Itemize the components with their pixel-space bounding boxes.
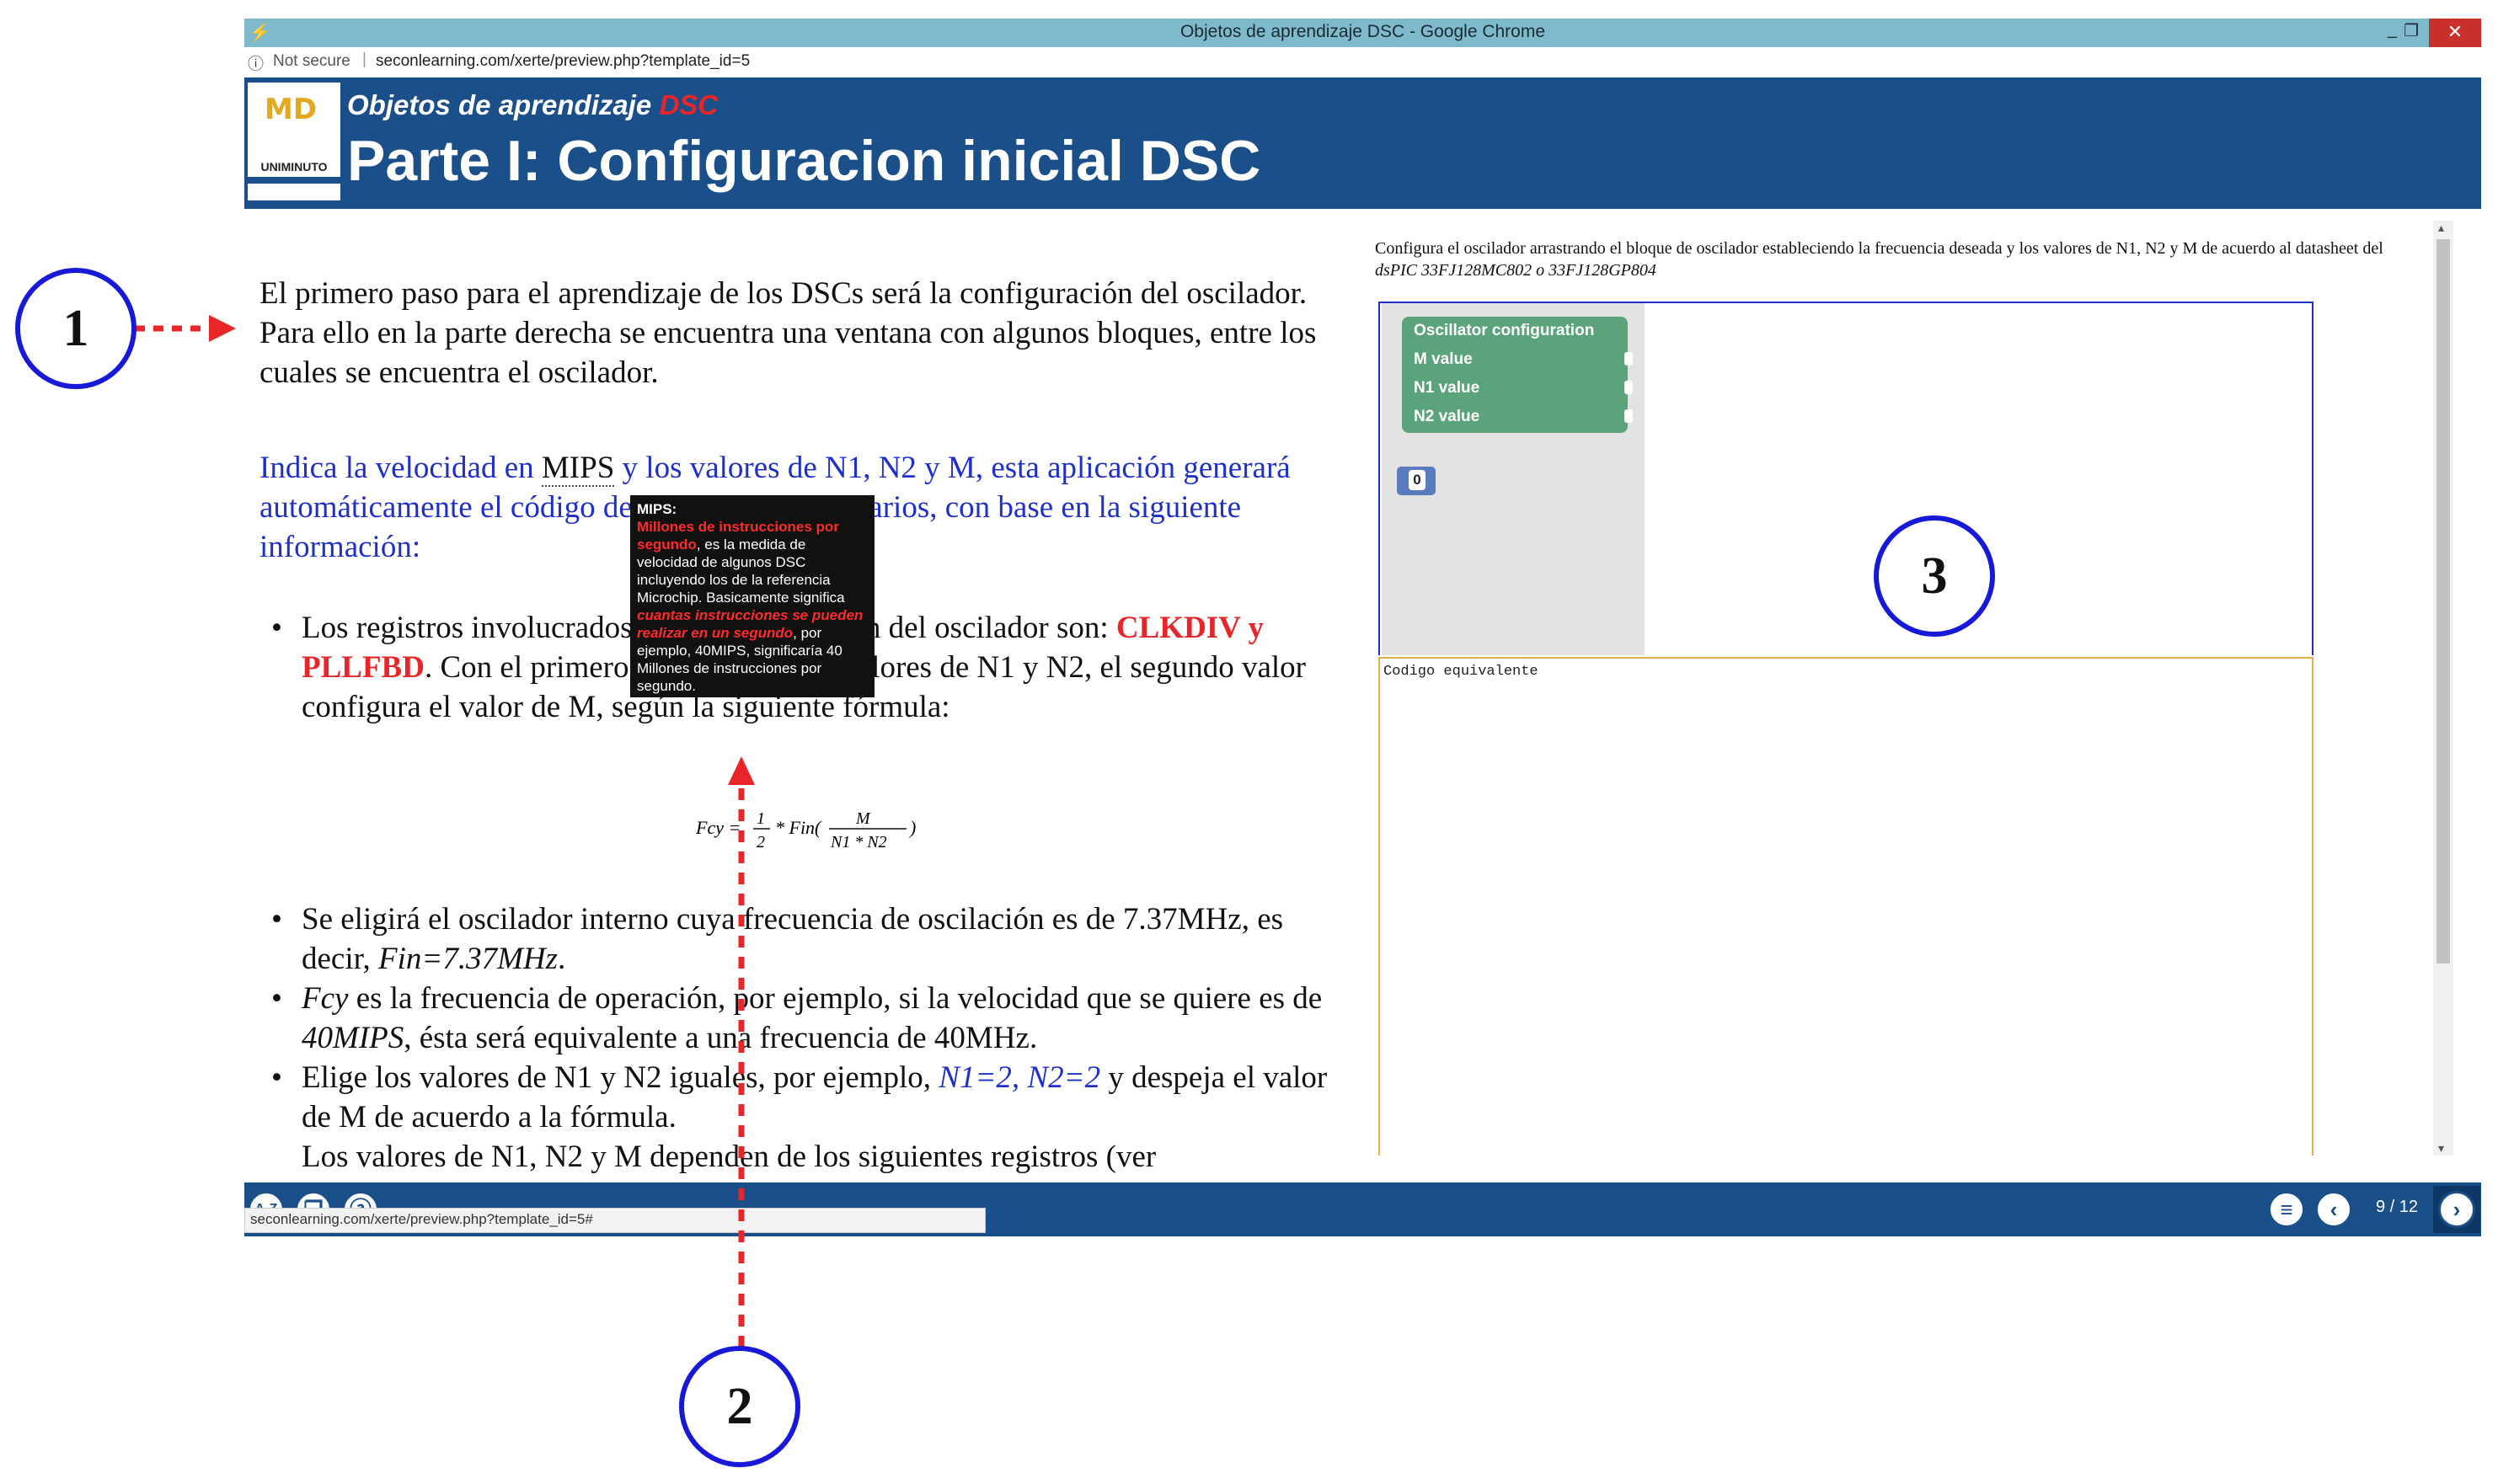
arrow-1-head xyxy=(209,315,236,342)
annotation-marker-2: 2 xyxy=(679,1346,800,1467)
arrow-2-head xyxy=(728,756,755,785)
annotation-arrows xyxy=(135,315,755,1348)
annotation-marker-3: 3 xyxy=(1874,515,1995,637)
annotation-marker-1: 1 xyxy=(15,268,136,389)
